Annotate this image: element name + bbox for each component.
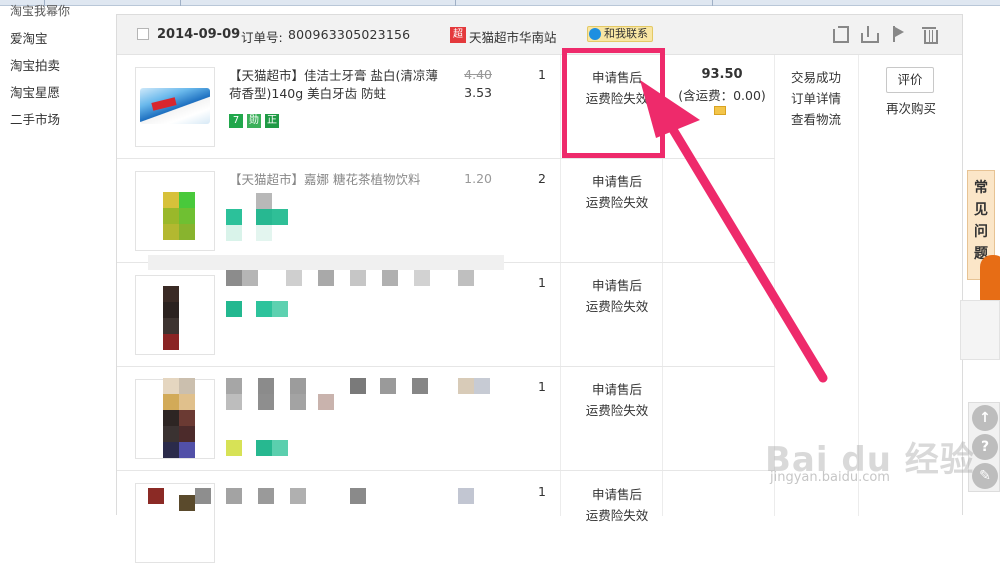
help-icon[interactable]: ? [972, 434, 998, 460]
watermark-url: jingyan.baidu.com [770, 470, 890, 485]
mascot-icon [980, 255, 1000, 305]
arrow-head [640, 80, 700, 138]
back-to-top-icon[interactable]: ↑ [972, 405, 998, 431]
faq-char: 常 [974, 180, 988, 196]
arrow-shaft [655, 103, 828, 383]
edit-icon[interactable]: ✎ [972, 463, 998, 489]
faq-char: 问 [974, 224, 988, 240]
side-card [960, 300, 1000, 360]
faq-char: 见 [974, 202, 988, 218]
